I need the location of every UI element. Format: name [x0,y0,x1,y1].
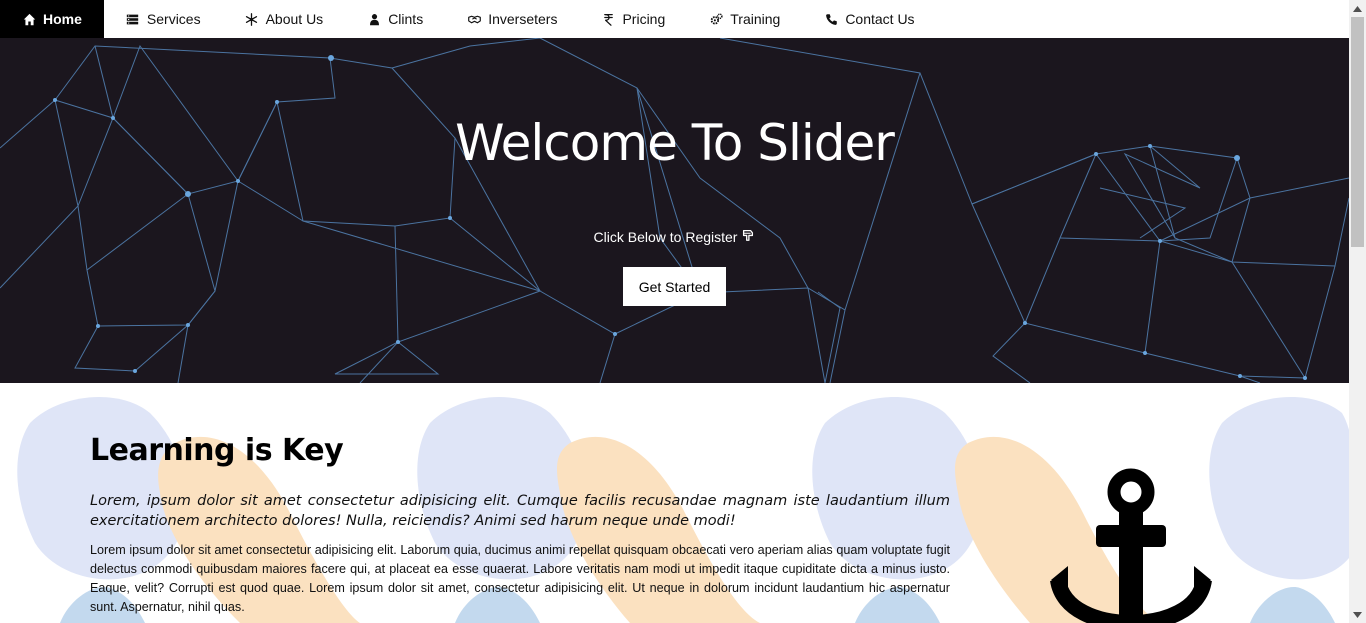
nav-label: About Us [265,11,324,27]
get-started-button[interactable]: Get Started [623,267,726,306]
nav-item-home[interactable]: Home [0,0,104,38]
top-navbar: Home Services About Us Clints Inverseter… [0,0,1349,38]
nav-item-inverseters[interactable]: Inverseters [445,0,579,38]
nav-label: Contact Us [845,11,915,27]
server-icon [126,12,140,26]
hero-slider: Welcome To Slider Click Below to Registe… [0,38,1349,383]
nav-item-pricing[interactable]: Pricing [579,0,687,38]
nav-label: Home [43,11,82,27]
nav-label: Clints [388,11,424,27]
hero-subtitle-text: Click Below to Register [593,228,738,245]
hero-title: Welcome To Slider [455,114,895,172]
scrollbar-thumb[interactable] [1351,17,1364,247]
anchor-icon [1050,468,1212,623]
network-background [0,38,1349,383]
section-title: Learning is Key [90,433,344,468]
learning-section: Learning is Key Lorem, ipsum dolor sit a… [0,383,1349,623]
cogs-icon [709,12,723,26]
phone-icon [824,12,838,26]
section-body: Lorem ipsum dolor sit amet consectetur a… [90,543,950,614]
nav-item-services[interactable]: Services [104,0,223,38]
hand-point-down-icon [741,228,755,245]
snowflake-icon [245,12,259,26]
handshake-icon [467,12,481,26]
section-lead: Lorem, ipsum dolor sit amet consectetur … [90,493,950,529]
nav-label: Pricing [622,11,666,27]
nav-label: Services [146,11,201,27]
nav-label: Inverseters [488,11,558,27]
vertical-scrollbar[interactable] [1349,0,1366,623]
nav-item-about-us[interactable]: About Us [223,0,346,38]
hero-subtitle: Click Below to Register [0,228,1349,245]
rupee-icon [601,12,615,26]
nav-item-training[interactable]: Training [687,0,802,38]
nav-item-contact-us[interactable]: Contact Us [802,0,936,38]
nav-label: Training [730,11,781,27]
home-icon [22,12,36,26]
user-icon [367,12,381,26]
scroll-down-arrow-icon[interactable] [1349,606,1366,623]
scroll-up-arrow-icon[interactable] [1349,0,1366,17]
nav-item-clints[interactable]: Clints [345,0,445,38]
